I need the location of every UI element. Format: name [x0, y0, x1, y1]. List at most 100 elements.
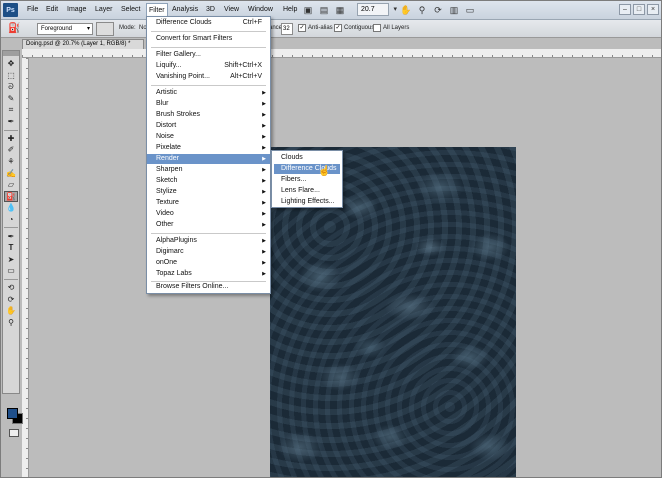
- rotate-view-icon[interactable]: ⟳: [432, 4, 444, 16]
- submenu-arrow-icon: ▶: [262, 167, 266, 173]
- menu-item-last-filter[interactable]: Difference Clouds Ctrl+F: [147, 18, 270, 28]
- submenu-item-lighting-effects[interactable]: Lighting Effects...: [274, 197, 340, 207]
- eyedropper-tool-icon[interactable]: ✒: [4, 116, 18, 128]
- type-tool-icon[interactable]: T: [4, 242, 18, 254]
- menu-item-sketch[interactable]: Sketch ▶: [147, 176, 270, 186]
- menu-item-onone[interactable]: onOne ▶: [147, 258, 270, 268]
- zoom-tool-icon[interactable]: ⚲: [4, 316, 18, 328]
- brush-tool-icon[interactable]: ✐: [4, 144, 18, 156]
- zoom-level-select[interactable]: 20.7: [357, 3, 397, 16]
- contiguous-checkbox[interactable]: ✓: [334, 24, 342, 32]
- crop-tool-icon[interactable]: ⌗: [4, 104, 18, 116]
- submenu-arrow-icon: ▶: [262, 134, 266, 140]
- menu-item-noise[interactable]: Noise ▶: [147, 132, 270, 142]
- menu-item-render[interactable]: Render ▶: [147, 154, 270, 164]
- vertical-ruler[interactable]: [22, 58, 29, 478]
- close-icon[interactable]: ×: [647, 4, 659, 15]
- healing-brush-tool-icon[interactable]: ✚: [4, 133, 18, 145]
- mini-bridge-icon[interactable]: ▤: [318, 4, 330, 16]
- menu-item-browse-filters-online[interactable]: Browse Filters Online...: [147, 282, 270, 292]
- paint-bucket-tool-icon[interactable]: ⛽: [4, 190, 18, 203]
- menu-item-blur[interactable]: Blur ▶: [147, 99, 270, 109]
- menu-edit[interactable]: Edit: [46, 6, 58, 13]
- menu-view[interactable]: View: [224, 6, 239, 13]
- hand-tool-icon[interactable]: ✋: [400, 4, 412, 16]
- screen-mode-icon[interactable]: ▭: [464, 4, 476, 16]
- minimize-icon[interactable]: –: [619, 4, 631, 15]
- history-brush-tool-icon[interactable]: ✍: [4, 167, 18, 179]
- menu-window[interactable]: Window: [248, 6, 273, 13]
- menu-item-pixelate[interactable]: Pixelate ▶: [147, 143, 270, 153]
- menu-image[interactable]: Image: [67, 6, 86, 13]
- menu-layer[interactable]: Layer: [95, 6, 113, 13]
- submenu-arrow-icon: ▶: [262, 271, 266, 277]
- menu-item-brush-strokes[interactable]: Brush Strokes ▶: [147, 110, 270, 120]
- menu-item-topaz-labs[interactable]: Topaz Labs ▶: [147, 269, 270, 279]
- menu-item-alphaplugins[interactable]: AlphaPlugins ▶: [147, 236, 270, 246]
- submenu-arrow-icon: ▶: [262, 123, 266, 129]
- fill-source-select[interactable]: Foreground: [37, 23, 93, 35]
- render-submenu: Clouds Difference Clouds Fibers... Lens …: [271, 150, 343, 208]
- extras-icon[interactable]: ▦: [334, 4, 346, 16]
- shape-tool-icon[interactable]: ▭: [4, 265, 18, 277]
- quick-selection-tool-icon[interactable]: ✎: [4, 93, 18, 105]
- move-tool-icon[interactable]: ✥: [4, 58, 18, 70]
- blur-tool-icon[interactable]: 💧: [4, 202, 18, 214]
- menu-item-filter-gallery[interactable]: Filter Gallery...: [147, 50, 270, 60]
- menu-item-distort[interactable]: Distort ▶: [147, 121, 270, 131]
- anti-alias-checkbox[interactable]: ✓: [298, 24, 306, 32]
- pattern-picker[interactable]: [96, 22, 114, 36]
- clone-stamp-tool-icon[interactable]: ⚘: [4, 156, 18, 168]
- menu-3d[interactable]: 3D: [206, 6, 215, 13]
- menu-item-stylize[interactable]: Stylize ▶: [147, 187, 270, 197]
- menu-item-vanishing-point[interactable]: Vanishing Point... Alt+Ctrl+V: [147, 72, 270, 82]
- menu-item-texture[interactable]: Texture ▶: [147, 198, 270, 208]
- tolerance-input[interactable]: 32: [281, 23, 293, 35]
- 3d-orbit-tool-icon[interactable]: ⟳: [4, 293, 18, 305]
- horizontal-ruler[interactable]: [22, 49, 662, 58]
- quick-mask-icon[interactable]: [9, 429, 19, 437]
- arrange-documents-icon[interactable]: ▥: [448, 4, 460, 16]
- menu-bar: Ps File Edit Image Layer Select Filter A…: [0, 0, 662, 20]
- submenu-arrow-icon: ▶: [262, 200, 266, 206]
- tools-panel-grip[interactable]: [3, 51, 19, 56]
- pen-tool-icon[interactable]: ✒: [4, 230, 18, 242]
- menu-help[interactable]: Help: [283, 6, 297, 13]
- 3d-rotate-tool-icon[interactable]: ⟲: [4, 282, 18, 294]
- dodge-tool-icon[interactable]: ◔: [4, 214, 18, 226]
- menu-item-artistic[interactable]: Artistic ▶: [147, 88, 270, 98]
- menu-item-liquify[interactable]: Liquify... Shift+Ctrl+X: [147, 61, 270, 71]
- eraser-tool-icon[interactable]: ▱: [4, 179, 18, 191]
- lasso-tool-icon[interactable]: ᘐ: [4, 81, 18, 93]
- submenu-arrow-icon: ▶: [262, 238, 266, 244]
- submenu-arrow-icon: ▶: [262, 101, 266, 107]
- menu-item-convert-smart-filters[interactable]: Convert for Smart Filters: [147, 34, 270, 44]
- tools-panel: ✥ ⬚ ᘐ ✎ ⌗ ✒ ✚ ✐ ⚘ ✍ ▱ ⛽ 💧 ◔ ✒ T ➤ ▭ ⟲ ⟳ …: [2, 50, 23, 437]
- submenu-arrow-icon: ▶: [262, 249, 266, 255]
- foreground-color-swatch[interactable]: [7, 408, 18, 419]
- maximize-icon[interactable]: □: [633, 4, 645, 15]
- menu-item-digimarc[interactable]: Digimarc ▶: [147, 247, 270, 257]
- menu-item-other[interactable]: Other ▶: [147, 220, 270, 230]
- marquee-tool-icon[interactable]: ⬚: [4, 70, 18, 82]
- menu-select[interactable]: Select: [121, 6, 140, 13]
- submenu-arrow-icon: ▶: [262, 211, 266, 217]
- submenu-arrow-icon: ▶: [262, 156, 266, 162]
- submenu-arrow-icon: ▶: [262, 222, 266, 228]
- menu-item-video[interactable]: Video ▶: [147, 209, 270, 219]
- hand-tool-icon[interactable]: ✋: [4, 305, 18, 317]
- all-layers-checkbox[interactable]: [373, 24, 381, 32]
- document-tab[interactable]: Doing.psd @ 20.7% (Layer 1, RGB/8) *: [22, 39, 144, 49]
- zoom-tool-icon[interactable]: ⚲: [416, 4, 428, 16]
- menu-item-sharpen[interactable]: Sharpen ▶: [147, 165, 270, 175]
- menu-analysis[interactable]: Analysis: [172, 6, 198, 13]
- bridge-icon[interactable]: ▣: [302, 4, 314, 16]
- anti-alias-label: Anti-alias: [308, 25, 333, 31]
- menu-file[interactable]: File: [27, 6, 38, 13]
- submenu-item-clouds[interactable]: Clouds: [274, 153, 340, 163]
- menu-filter[interactable]: Filter: [146, 3, 168, 17]
- path-selection-tool-icon[interactable]: ➤: [4, 254, 18, 266]
- submenu-item-lens-flare[interactable]: Lens Flare...: [274, 186, 340, 196]
- submenu-arrow-icon: ▶: [262, 112, 266, 118]
- paint-bucket-preset-icon[interactable]: ⛽: [8, 23, 20, 34]
